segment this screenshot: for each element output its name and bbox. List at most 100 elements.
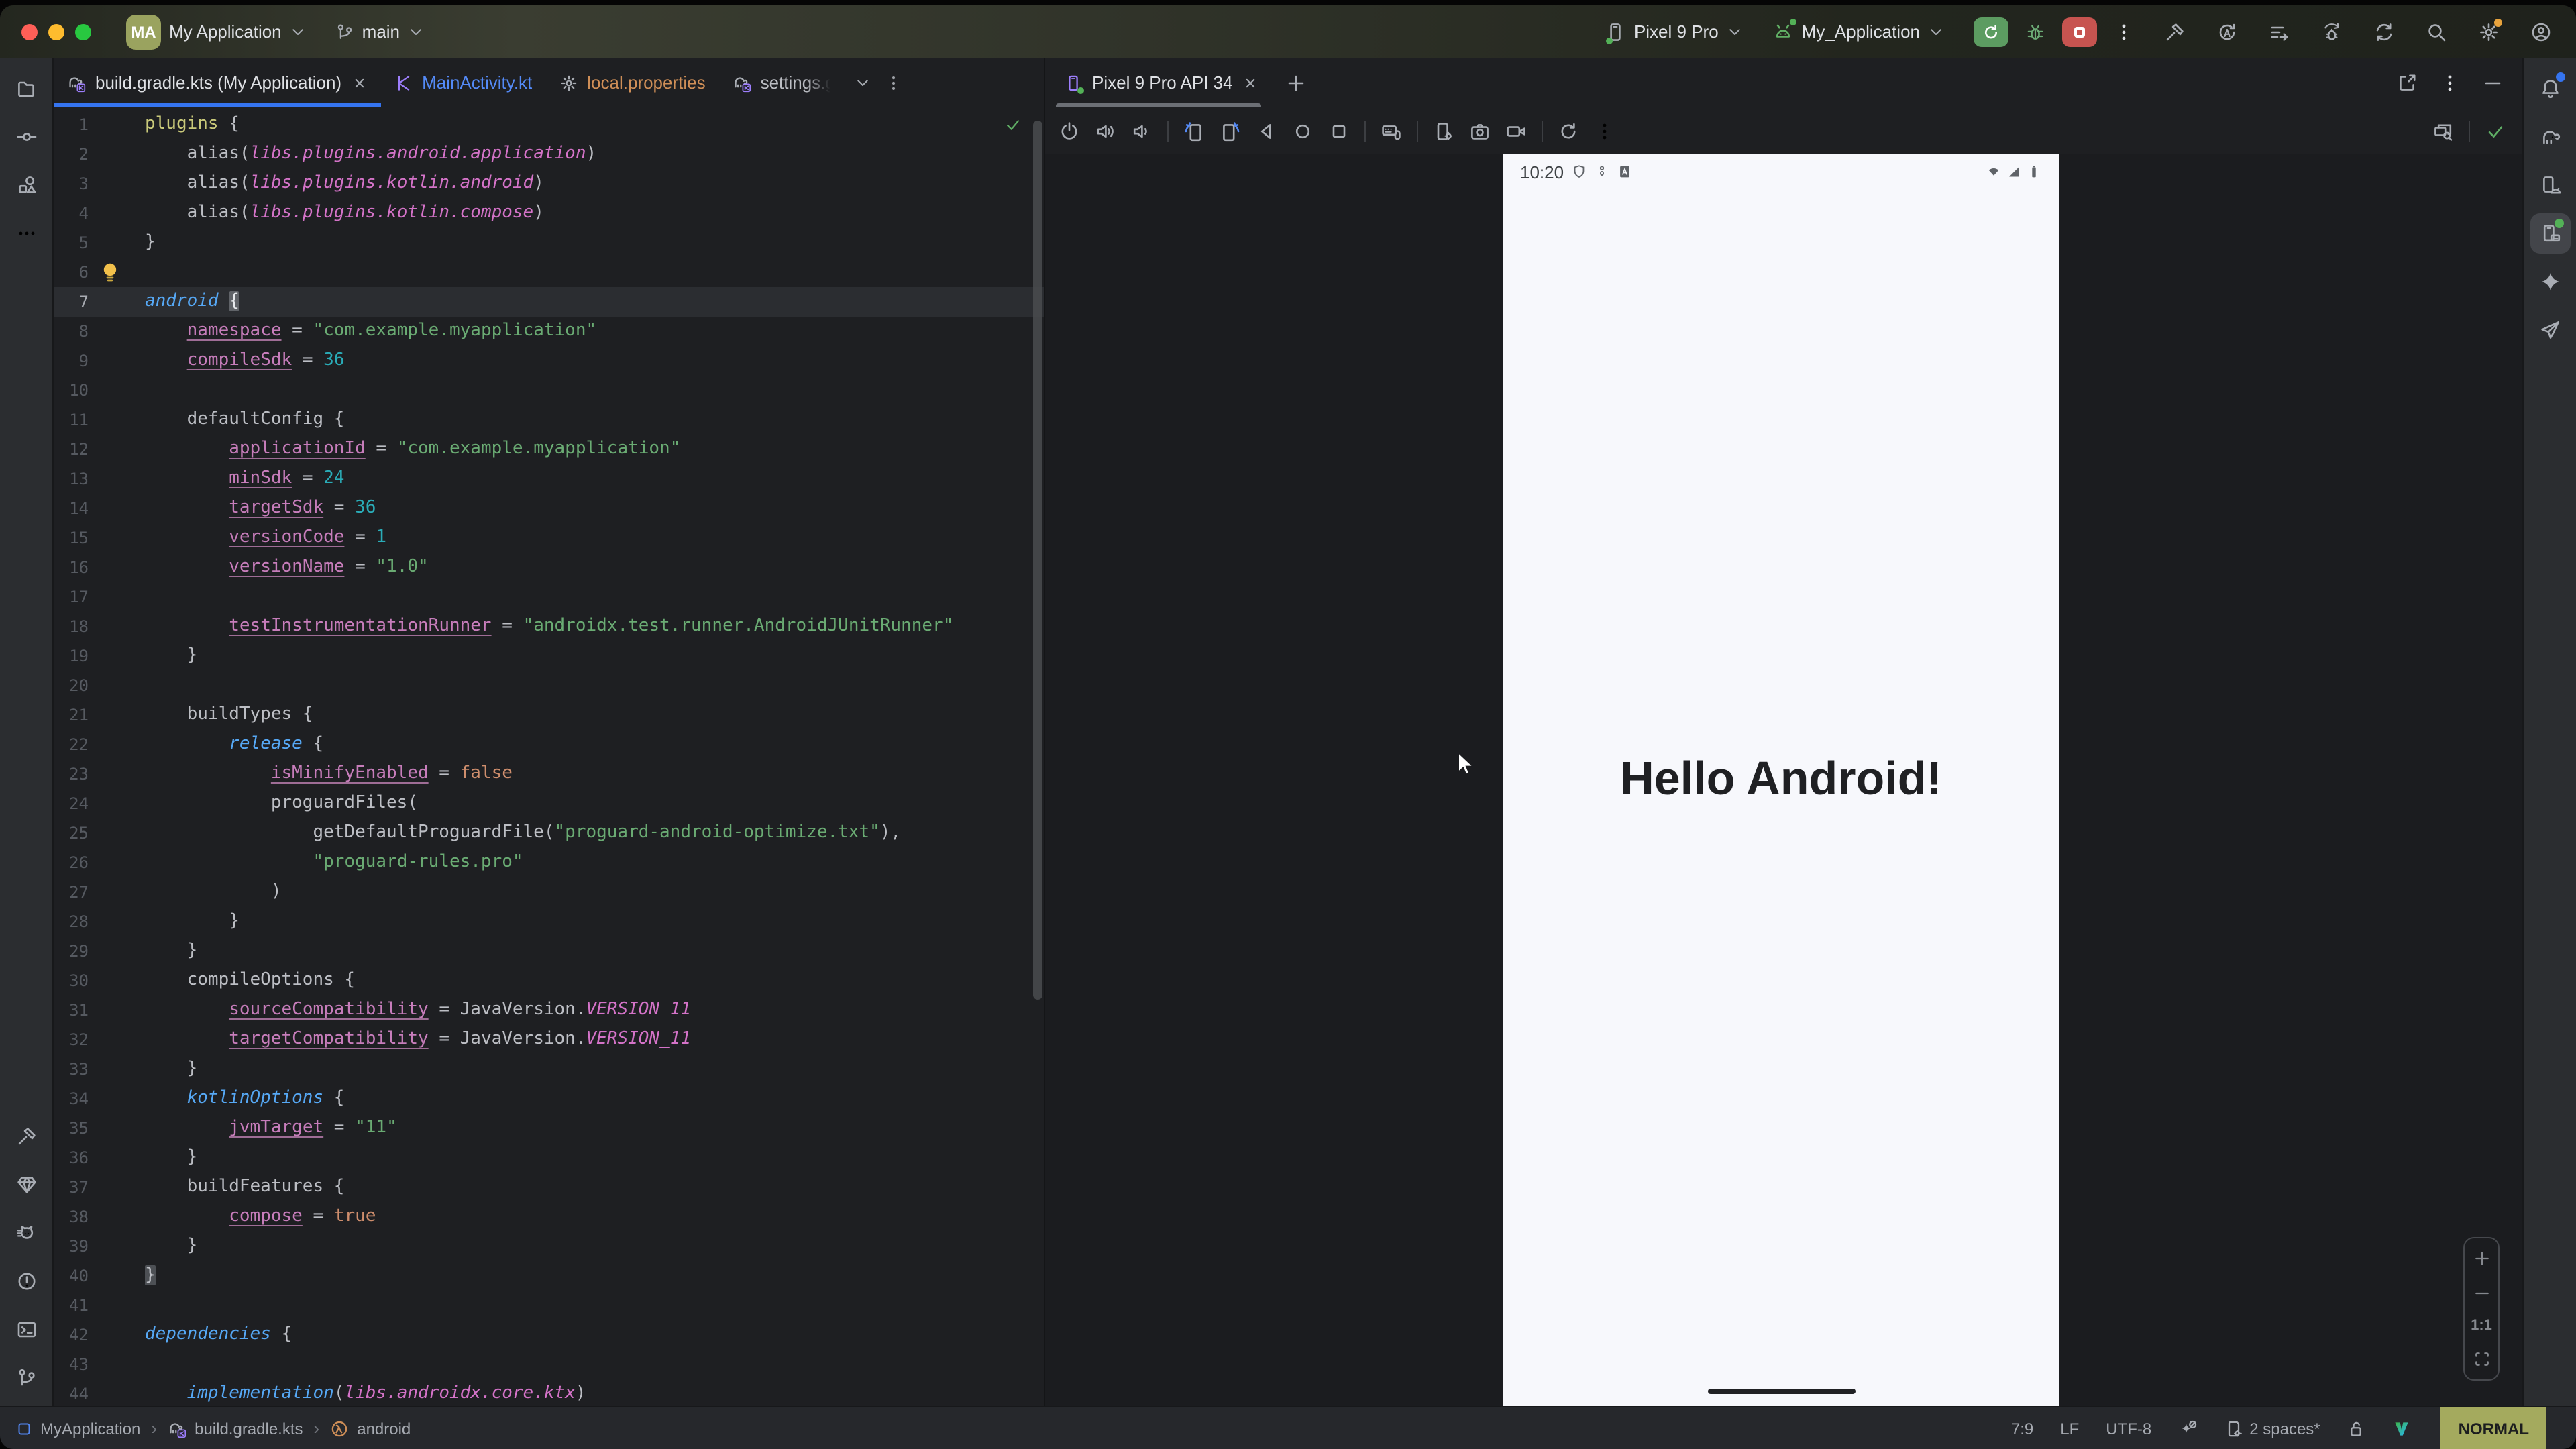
code-line[interactable]: 32 targetCompatibility = JavaVersion.VER…: [54, 1025, 1044, 1055]
apply-code-changes-icon[interactable]: [2269, 21, 2290, 42]
code-line[interactable]: 20: [54, 671, 1044, 700]
add-device-tab-plus-icon[interactable]: [1285, 72, 1307, 93]
more-actions-kebab-icon[interactable]: [2113, 21, 2135, 42]
code-line[interactable]: 23 isMinifyEnabled = false: [54, 759, 1044, 789]
code-line[interactable]: 35 jvmTarget = "11": [54, 1114, 1044, 1143]
file-encoding[interactable]: UTF-8: [2106, 1419, 2151, 1438]
device-settings-icon[interactable]: [1433, 120, 1454, 142]
device-selector[interactable]: Pixel 9 Pro: [1605, 21, 1743, 42]
app-quality-insights-icon[interactable]: [6, 1165, 46, 1205]
code-line[interactable]: 38 compose = true: [54, 1202, 1044, 1232]
paper-plane-icon[interactable]: [2530, 310, 2570, 350]
version-control-icon[interactable]: [6, 1358, 46, 1398]
project-widget[interactable]: MA My Application: [126, 14, 306, 49]
commit-icon[interactable]: [6, 117, 46, 157]
device-tab[interactable]: Pixel 9 Pro API 34: [1045, 58, 1272, 107]
code-line[interactable]: 37 buildFeatures {: [54, 1173, 1044, 1202]
code-line[interactable]: 4 alias(libs.plugins.kotlin.compose): [54, 199, 1044, 228]
code-line[interactable]: 31 sourceCompatibility = JavaVersion.VER…: [54, 996, 1044, 1025]
emulator-more-kebab-icon[interactable]: [1594, 120, 1615, 142]
code-line[interactable]: 40}: [54, 1261, 1044, 1291]
run-configuration-selector[interactable]: My_Application: [1772, 21, 1944, 42]
debug-bug-icon[interactable]: [2025, 21, 2046, 42]
unlocked-icon[interactable]: [2347, 1419, 2366, 1438]
intention-bulb-icon[interactable]: [102, 262, 118, 283]
caret-position[interactable]: 7:9: [2011, 1419, 2033, 1438]
ai-assistant-disabled-icon[interactable]: [2178, 1419, 2197, 1438]
code-line[interactable]: 1plugins {: [54, 110, 1044, 140]
vim-mode-badge[interactable]: NORMAL: [2441, 1407, 2546, 1449]
profiler-cat-icon[interactable]: [6, 1213, 46, 1253]
terminal-icon[interactable]: [6, 1309, 46, 1350]
hidden-tabs-chevron-icon[interactable]: [855, 74, 871, 91]
rerun-button[interactable]: [1974, 17, 2008, 46]
gemini-star-icon[interactable]: [2530, 262, 2570, 302]
maximize-window-button[interactable]: [75, 23, 91, 40]
close-window-button[interactable]: [21, 23, 38, 40]
code-line[interactable]: 12 applicationId = "com.example.myapplic…: [54, 435, 1044, 464]
power-icon[interactable]: [1059, 120, 1080, 142]
code-line[interactable]: 7android {: [54, 287, 1044, 317]
account-icon[interactable]: [2530, 21, 2552, 42]
screen-record-icon[interactable]: [1505, 120, 1527, 142]
inspections-ok-check-icon[interactable]: [1004, 115, 1022, 134]
attach-debugger-icon[interactable]: [2321, 21, 2343, 42]
code-line[interactable]: 10: [54, 376, 1044, 405]
rotate-right-icon[interactable]: [1220, 120, 1241, 142]
code-line[interactable]: 19 }: [54, 641, 1044, 671]
zoom-out-minus-icon[interactable]: [2472, 1283, 2491, 1302]
close-icon[interactable]: [351, 74, 367, 91]
code-line[interactable]: 15 versionCode = 1: [54, 523, 1044, 553]
emulator-screen[interactable]: 10:20 Hello Android!: [1503, 154, 2059, 1406]
code-line[interactable]: 8 namespace = "com.example.myapplication…: [54, 317, 1044, 346]
code-line[interactable]: 11 defaultConfig {: [54, 405, 1044, 435]
code-line[interactable]: 41: [54, 1291, 1044, 1320]
code-line[interactable]: 44 implementation(libs.androidx.core.ktx…: [54, 1379, 1044, 1406]
code-line[interactable]: 34 kotlinOptions {: [54, 1084, 1044, 1114]
code-line[interactable]: 28 }: [54, 907, 1044, 936]
fit-to-window-icon[interactable]: [2472, 1350, 2491, 1368]
breadcrumb-element[interactable]: android: [357, 1419, 411, 1438]
code-line[interactable]: 43: [54, 1350, 1044, 1379]
code-line[interactable]: 33 }: [54, 1055, 1044, 1084]
zoom-in-plus-icon[interactable]: [2472, 1249, 2491, 1268]
code-line[interactable]: 30 compileOptions {: [54, 966, 1044, 996]
build-hammer-icon[interactable]: [2164, 21, 2186, 42]
zoom-reset-1to1[interactable]: 1:1: [2471, 1318, 2492, 1334]
line-ending[interactable]: LF: [2060, 1419, 2079, 1438]
tab-build-gradle-kts[interactable]: build.gradle.kts (My Application): [54, 58, 380, 107]
screenshot-camera-icon[interactable]: [1469, 120, 1491, 142]
sync-project-icon[interactable]: [2373, 21, 2395, 42]
code-line[interactable]: 3 alias(libs.plugins.kotlin.android): [54, 169, 1044, 199]
hide-panel-minus-icon[interactable]: [2482, 72, 2504, 93]
code-line[interactable]: 9 compileSdk = 36: [54, 346, 1044, 376]
code-line[interactable]: 39 }: [54, 1232, 1044, 1261]
editor-scrollbar[interactable]: [1033, 121, 1042, 1000]
code-line[interactable]: 24 proguardFiles(: [54, 789, 1044, 818]
stop-button[interactable]: [2062, 17, 2097, 46]
zoom-select-icon[interactable]: [2432, 120, 2454, 142]
project-folder-icon[interactable]: [6, 68, 46, 109]
tab-local-properties[interactable]: local.properties: [545, 58, 718, 107]
notifications-bell-icon[interactable]: [2530, 68, 2570, 109]
code-line[interactable]: 29 }: [54, 936, 1044, 966]
back-icon[interactable]: [1256, 120, 1277, 142]
tab-settings-gradle[interactable]: settings.g: [719, 58, 844, 107]
code-line[interactable]: 16 versionName = "1.0": [54, 553, 1044, 582]
problems-icon[interactable]: [6, 1261, 46, 1301]
rotate-left-icon[interactable]: [1183, 120, 1205, 142]
minimize-window-button[interactable]: [48, 23, 64, 40]
code-line[interactable]: 36 }: [54, 1143, 1044, 1173]
code-line[interactable]: 42dependencies {: [54, 1320, 1044, 1350]
settings-gear-icon[interactable]: [2478, 21, 2500, 42]
overview-icon[interactable]: [1328, 120, 1350, 142]
code-line[interactable]: 5}: [54, 228, 1044, 258]
more-tool-windows-icon[interactable]: [6, 213, 46, 254]
apply-changes-icon[interactable]: [2216, 21, 2238, 42]
breadcrumb-project[interactable]: MyApplication: [40, 1419, 140, 1438]
panel-options-kebab-icon[interactable]: [2439, 72, 2461, 93]
code-line[interactable]: 6: [54, 258, 1044, 287]
code-line[interactable]: 25 getDefaultProguardFile("proguard-andr…: [54, 818, 1044, 848]
code-line[interactable]: 2 alias(libs.plugins.android.application…: [54, 140, 1044, 169]
code-line[interactable]: 21 buildTypes {: [54, 700, 1044, 730]
